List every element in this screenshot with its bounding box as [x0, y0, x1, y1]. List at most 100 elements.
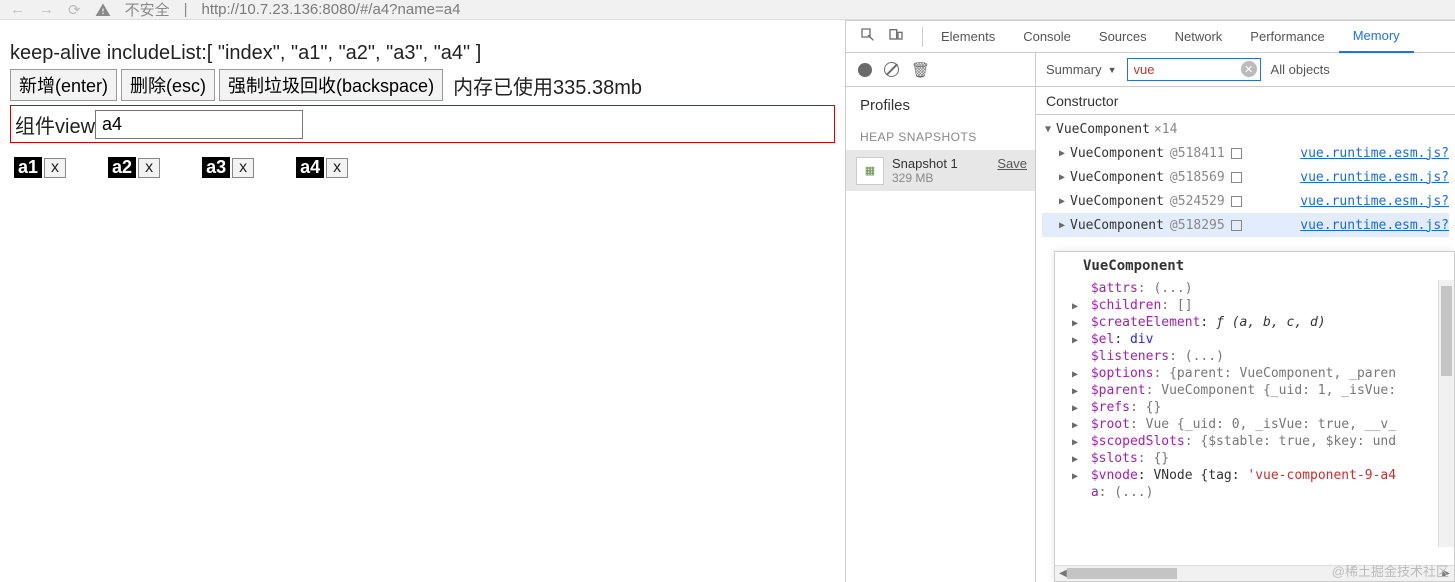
url-separator: |	[184, 1, 188, 18]
source-link[interactable]: vue.runtime.esm.js?	[1300, 194, 1449, 209]
clear-filter-icon[interactable]: ✕	[1241, 61, 1257, 77]
view-input[interactable]	[95, 110, 303, 139]
twisty-icon[interactable]: ▶	[1069, 386, 1081, 397]
inspect-icon[interactable]	[860, 27, 876, 46]
property-body[interactable]: $attrs: (...)▶ $children: []▶ $createEle…	[1055, 280, 1454, 565]
property-line[interactable]: ▶ $vnode: VNode {tag: 'vue-component-9-a…	[1055, 467, 1454, 484]
property-line[interactable]: a: (...)	[1055, 484, 1454, 501]
profiles-toolbar: 🗑	[846, 53, 1035, 87]
tab-close-a1[interactable]: x	[44, 158, 66, 178]
devtools-tab-elements[interactable]: Elements	[927, 21, 1009, 53]
tab-pair: a1x	[14, 157, 66, 178]
tab-pair: a2x	[108, 157, 160, 178]
twisty-icon[interactable]: ▶	[1069, 437, 1081, 448]
devtools-tab-memory[interactable]: Memory	[1339, 21, 1414, 53]
twisty-icon[interactable]: ▶	[1056, 172, 1068, 183]
source-link[interactable]: vue.runtime.esm.js?	[1300, 146, 1449, 161]
twisty-icon[interactable]: ▶	[1069, 318, 1081, 329]
trash-icon[interactable]: 🗑	[911, 61, 930, 79]
gc-button[interactable]: 强制垃圾回收(backspace)	[219, 69, 443, 101]
twisty-icon[interactable]: ▶	[1069, 420, 1081, 431]
summary-label: Summary	[1046, 62, 1102, 77]
snapshot-save-link[interactable]: Save	[997, 156, 1027, 171]
browser-chrome: ← → ⟳ 不安全 | http://10.7.23.136:8080/#/a4…	[0, 0, 1455, 20]
insecure-icon	[95, 2, 111, 18]
twisty-icon[interactable]	[1069, 488, 1081, 499]
twisty-icon[interactable]: ▶	[1069, 403, 1081, 414]
property-line[interactable]: $listeners: (...)	[1055, 348, 1454, 365]
element-icon	[1231, 148, 1242, 159]
twisty-icon[interactable]: ▶	[1069, 454, 1081, 465]
element-icon	[1231, 196, 1242, 207]
source-link[interactable]: vue.runtime.esm.js?	[1300, 170, 1449, 185]
include-list-text: keep-alive includeList:[ "index", "a1", …	[10, 42, 839, 65]
property-line[interactable]: ▶ $refs: {}	[1055, 399, 1454, 416]
twisty-icon[interactable]: ▶	[1069, 471, 1081, 482]
property-line[interactable]: ▶ $createElement: ƒ (a, b, c, d)	[1055, 314, 1454, 331]
reload-icon[interactable]: ⟳	[68, 1, 81, 19]
object-row[interactable]: ▶VueComponent@518295vue.runtime.esm.js?	[1042, 213, 1449, 237]
device-icon[interactable]	[888, 27, 904, 46]
snapshot-item[interactable]: ▦ Snapshot 1 329 MB Save	[846, 150, 1035, 191]
object-row[interactable]: ▶VueComponent@518569vue.runtime.esm.js?	[1042, 165, 1449, 189]
scrollbar-vertical[interactable]	[1438, 280, 1454, 547]
devtools-tab-sources[interactable]: Sources	[1085, 21, 1161, 53]
profiles-column: 🗑 Profiles HEAP SNAPSHOTS ▦ Snapshot 1 3…	[846, 53, 1036, 582]
tab-label-a2[interactable]: a2	[108, 157, 136, 178]
devtools-tab-network[interactable]: Network	[1161, 21, 1237, 53]
property-line[interactable]: ▶ $scopedSlots: {$stable: true, $key: un…	[1055, 433, 1454, 450]
property-line[interactable]: ▶ $el: div	[1055, 331, 1454, 348]
tab-label-a4[interactable]: a4	[296, 157, 324, 178]
property-line[interactable]: ▶ $root: Vue {_uid: 0, _isVue: true, __v…	[1055, 416, 1454, 433]
record-icon[interactable]	[858, 63, 872, 77]
summary-select[interactable]: Summary ▼	[1046, 62, 1117, 77]
devtools-tab-performance[interactable]: Performance	[1236, 21, 1338, 53]
twisty-icon[interactable]: ▶	[1056, 148, 1068, 159]
clear-icon[interactable]	[884, 62, 899, 77]
twisty-icon[interactable]: ▶	[1069, 301, 1081, 312]
devtools: ElementsConsoleSourcesNetworkPerformance…	[845, 20, 1455, 582]
twisty-icon[interactable]: ▼	[1042, 124, 1054, 135]
twisty-icon[interactable]	[1069, 284, 1081, 295]
profiles-title: Profiles	[846, 87, 1035, 124]
property-title: VueComponent	[1055, 252, 1454, 280]
object-row[interactable]: ▶VueComponent@518411vue.runtime.esm.js?	[1042, 141, 1449, 165]
twisty-icon[interactable]: ▶	[1056, 196, 1068, 207]
twisty-icon[interactable]: ▶	[1069, 335, 1081, 346]
tab-pair: a3x	[202, 157, 254, 178]
property-line[interactable]: $attrs: (...)	[1055, 280, 1454, 297]
view-row: 组件view	[10, 105, 835, 143]
twisty-icon[interactable]	[1069, 352, 1081, 363]
object-row[interactable]: ▶VueComponent@524529vue.runtime.esm.js?	[1042, 189, 1449, 213]
heap-column: Summary ▼ ✕ All objects Constructor ▼Vue…	[1036, 53, 1455, 582]
property-pane: VueComponent $attrs: (...)▶ $children: […	[1054, 251, 1455, 582]
object-list: ▼VueComponent×14▶VueComponent@518411vue.…	[1036, 115, 1455, 239]
heap-snapshots-label: HEAP SNAPSHOTS	[846, 124, 1035, 150]
url-text: http://10.7.23.136:8080/#/a4?name=a4	[202, 1, 461, 18]
constructor-root[interactable]: ▼VueComponent×14	[1042, 117, 1449, 141]
view-label: 组件view	[15, 110, 95, 139]
add-button[interactable]: 新增(enter)	[10, 69, 117, 101]
heap-toolbar: Summary ▼ ✕ All objects	[1036, 53, 1455, 87]
back-icon[interactable]: ←	[10, 1, 25, 19]
tab-label-a3[interactable]: a3	[202, 157, 230, 178]
constructor-header: Constructor	[1036, 87, 1455, 115]
snapshot-name: Snapshot 1	[892, 156, 958, 171]
chevron-down-icon: ▼	[1108, 65, 1117, 75]
twisty-icon[interactable]: ▶	[1069, 369, 1081, 380]
tab-close-a3[interactable]: x	[232, 158, 254, 178]
source-link[interactable]: vue.runtime.esm.js?	[1300, 218, 1449, 233]
forward-icon[interactable]: →	[39, 1, 54, 19]
all-objects-select[interactable]: All objects	[1271, 62, 1330, 77]
tab-label-a1[interactable]: a1	[14, 157, 42, 178]
tab-close-a4[interactable]: x	[326, 158, 348, 178]
snapshot-size: 329 MB	[892, 171, 958, 185]
property-line[interactable]: ▶ $slots: {}	[1055, 450, 1454, 467]
tab-close-a2[interactable]: x	[138, 158, 160, 178]
twisty-icon[interactable]: ▶	[1056, 220, 1068, 231]
property-line[interactable]: ▶ $children: []	[1055, 297, 1454, 314]
property-line[interactable]: ▶ $parent: VueComponent {_uid: 1, _isVue…	[1055, 382, 1454, 399]
delete-button[interactable]: 删除(esc)	[121, 69, 215, 101]
property-line[interactable]: ▶ $options: {parent: VueComponent, _pare…	[1055, 365, 1454, 382]
devtools-tab-console[interactable]: Console	[1009, 21, 1085, 53]
